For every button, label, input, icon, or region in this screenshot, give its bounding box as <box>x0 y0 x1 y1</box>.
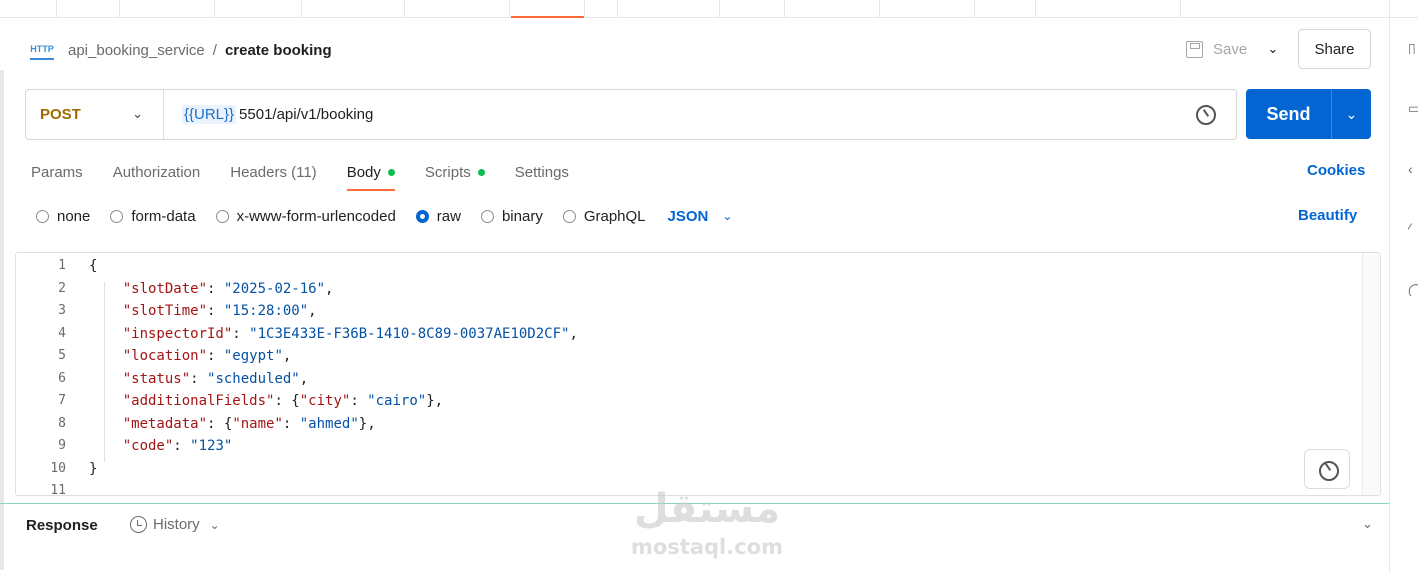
code-line: } <box>89 460 98 477</box>
breadcrumb: HTTP api_booking_service / create bookin… <box>30 36 332 64</box>
floppy-disk-icon <box>1186 40 1203 58</box>
code-line: "additionalFields": {"city": "cairo"}, <box>122 393 444 409</box>
comments-icon[interactable]: ▭ <box>1408 100 1418 114</box>
code-line: "metadata": {"name": "ahmed"}, <box>122 415 376 432</box>
body-editor[interactable]: 1 2 3 4 5 6 7 8 9 10 11 { "slotDate": "2025-02-16"… <box>15 252 1381 496</box>
response-label: Response <box>26 517 98 534</box>
send-button-group: Send ⌄ <box>1246 89 1371 139</box>
url-input[interactable]: {{URL}} 5501/api/v1/booking <box>182 105 373 124</box>
code-line: "status": "scheduled", <box>122 370 309 387</box>
tab-headers[interactable]: Headers (11) <box>230 158 316 186</box>
line-number: 3 <box>58 303 66 318</box>
right-sidebar-divider <box>1389 18 1390 572</box>
code-line: "slotDate": "2025-02-16", <box>122 280 334 297</box>
left-panel-edge <box>0 70 4 570</box>
url-path: 5501/api/v1/booking <box>239 106 374 123</box>
tab-scripts[interactable]: Scripts <box>425 158 485 186</box>
line-number: 6 <box>58 370 66 386</box>
share-button[interactable]: Share <box>1298 29 1371 69</box>
url-bar: POST ⌄ {{URL}} 5501/api/v1/booking <box>25 89 1237 140</box>
line-number: 5 <box>58 348 66 363</box>
method-select[interactable]: POST ⌄ <box>26 90 164 139</box>
code-line: "code": "123" <box>122 438 233 454</box>
collapse-chevron-down-icon[interactable]: ⌄ <box>1362 516 1373 532</box>
line-number: 4 <box>58 325 66 341</box>
tab-body[interactable]: Body <box>346 158 396 191</box>
line-number: 11 <box>50 483 66 496</box>
request-tabs: Params Authorization Headers (11) Body S… <box>31 158 599 192</box>
line-number-gutter: 1 2 3 4 5 6 7 8 9 10 11 <box>16 255 66 496</box>
line-number: 8 <box>58 415 66 431</box>
save-button[interactable]: Save <box>1186 36 1247 62</box>
format-select[interactable]: JSON ⌄ <box>668 208 733 225</box>
breadcrumb-collection[interactable]: api_booking_service <box>68 42 205 59</box>
radio-x-www-form-urlencoded[interactable]: x-www-form-urlencoded <box>215 208 396 225</box>
active-tab-indicator <box>511 16 584 18</box>
save-label: Save <box>1213 40 1248 58</box>
code-line: { <box>89 258 98 274</box>
save-options-chevron-down-icon[interactable]: ⌄ <box>1265 40 1281 58</box>
history-button[interactable]: History ⌄ <box>130 516 220 533</box>
tab-authorization[interactable]: Authorization <box>113 158 201 186</box>
radio-binary[interactable]: binary <box>480 208 543 225</box>
beautify-button[interactable]: Beautify <box>1298 207 1357 224</box>
tab-params[interactable]: Params <box>31 158 83 186</box>
editor-scrollbar[interactable] <box>1362 253 1380 495</box>
radio-graphql[interactable]: GraphQL <box>562 208 646 225</box>
chevron-down-icon: ⌄ <box>722 209 733 223</box>
line-number: 10 <box>50 460 66 476</box>
breadcrumb-request-name[interactable]: create booking <box>225 42 332 59</box>
line-number: 1 <box>58 258 66 273</box>
tab-settings[interactable]: Settings <box>515 158 569 186</box>
documentation-icon[interactable]: ▯ <box>1408 40 1418 54</box>
code-icon[interactable]: ‹ <box>1408 161 1418 175</box>
code-line: "slotTime": "15:28:00", <box>122 303 317 319</box>
line-number: 2 <box>58 280 66 296</box>
line-number: 9 <box>58 438 66 453</box>
send-button[interactable]: Send <box>1246 89 1331 139</box>
url-variable[interactable]: {{URL}} <box>182 105 237 124</box>
cookies-link[interactable]: Cookies <box>1307 162 1365 179</box>
chevron-down-icon: ⌄ <box>209 517 220 532</box>
method-label: POST <box>40 106 81 123</box>
info-icon[interactable]: ⁄ <box>1408 220 1418 234</box>
body-type-selector: none form-data x-www-form-urlencoded raw… <box>36 204 732 228</box>
radio-form-data[interactable]: form-data <box>110 208 196 225</box>
breadcrumb-separator: / <box>212 41 217 59</box>
help-icon[interactable]: ◯ <box>1408 282 1418 296</box>
gear-sparkle-icon[interactable] <box>1196 105 1216 125</box>
radio-none[interactable]: none <box>36 208 90 225</box>
chevron-down-icon: ⌄ <box>132 106 143 121</box>
top-tab-strip <box>0 0 1418 18</box>
clock-icon <box>130 516 147 533</box>
send-options-chevron-down-icon[interactable]: ⌄ <box>1332 89 1371 139</box>
response-panel: Response History ⌄ ⌄ <box>0 503 1389 572</box>
code-content[interactable]: { "slotDate": "2025-02-16", "slotTime": … <box>89 255 578 495</box>
status-dot <box>477 168 485 176</box>
radio-raw[interactable]: raw <box>415 208 461 225</box>
status-dot <box>387 168 395 176</box>
http-icon: HTTP <box>30 40 54 60</box>
line-number: 7 <box>58 393 66 408</box>
editor-gear-sparkle-icon[interactable] <box>1304 449 1350 489</box>
code-line: "location": "egypt", <box>122 348 292 364</box>
code-line: "inspectorId": "1C3E433E-F36B-1410-8C89-… <box>122 325 578 342</box>
